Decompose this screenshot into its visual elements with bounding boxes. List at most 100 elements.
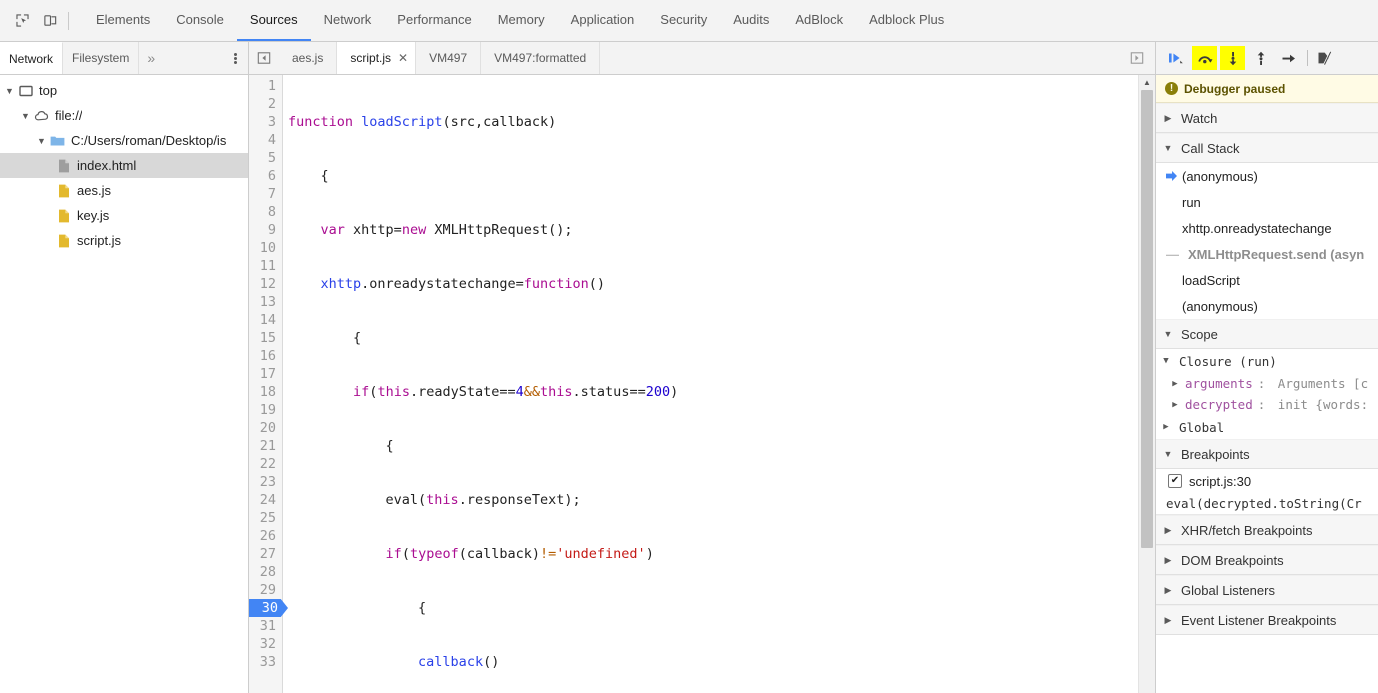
line-number[interactable]: 13	[249, 293, 282, 311]
tab-security[interactable]: Security	[647, 0, 720, 41]
scope-global[interactable]: Global	[1156, 415, 1378, 439]
tree-item-file-protocol[interactable]: file://	[0, 103, 248, 128]
line-number[interactable]: 27	[249, 545, 282, 563]
section-breakpoints[interactable]: Breakpoints	[1156, 439, 1378, 469]
line-number[interactable]: 15	[249, 329, 282, 347]
show-debugger-sidebar-icon[interactable]	[1125, 46, 1149, 70]
code-content[interactable]: 1 2 3 4 5 6 7 8 9 10 11 12 13 14 15 16 1…	[249, 75, 1138, 693]
section-scope[interactable]: Scope	[1156, 319, 1378, 349]
scope-property-decrypted[interactable]: decrypted: init {words:	[1156, 394, 1378, 415]
chevron-right-icon[interactable]	[1162, 615, 1174, 626]
navigator-more-tabs-icon[interactable]: »	[139, 42, 163, 74]
line-number[interactable]: 3	[249, 113, 282, 131]
tree-item-script-js[interactable]: script.js	[0, 228, 248, 253]
line-number[interactable]: 6	[249, 167, 282, 185]
section-event-listener-breakpoints[interactable]: Event Listener Breakpoints	[1156, 605, 1378, 635]
scrollbar-thumb[interactable]	[1141, 90, 1153, 549]
line-number[interactable]: 23	[249, 473, 282, 491]
close-icon[interactable]: ✕	[398, 52, 408, 64]
breakpoint-item[interactable]: ✔ script.js:30	[1156, 469, 1378, 493]
call-stack-frame[interactable]: xhttp.onreadystatechange	[1156, 215, 1378, 241]
section-watch[interactable]: Watch	[1156, 103, 1378, 133]
line-number[interactable]: 22	[249, 455, 282, 473]
show-navigator-icon[interactable]	[249, 42, 279, 74]
tab-performance[interactable]: Performance	[384, 0, 484, 41]
chevron-down-icon[interactable]	[1162, 329, 1174, 339]
chevron-right-icon[interactable]	[1160, 422, 1172, 432]
call-stack-frame-current[interactable]: (anonymous)	[1156, 163, 1378, 189]
inspect-element-icon[interactable]	[8, 7, 36, 35]
breakpoint-line-number[interactable]: 30	[249, 599, 288, 617]
line-number[interactable]: 18	[249, 383, 282, 401]
chevron-right-icon[interactable]	[1162, 525, 1174, 536]
section-call-stack[interactable]: Call Stack	[1156, 133, 1378, 163]
chevron-down-icon[interactable]	[36, 136, 47, 146]
tab-console[interactable]: Console	[163, 0, 237, 41]
code-lines[interactable]: function loadScript(src,callback) { var …	[283, 75, 1138, 693]
chevron-down-icon[interactable]	[1162, 143, 1174, 153]
line-number[interactable]: 21	[249, 437, 282, 455]
call-stack-frame[interactable]: (anonymous)	[1156, 293, 1378, 319]
tab-network[interactable]: Network	[311, 0, 385, 41]
chevron-down-icon[interactable]	[20, 111, 31, 121]
navigator-tab-filesystem[interactable]: Filesystem	[63, 42, 140, 74]
line-number[interactable]: 28	[249, 563, 282, 581]
line-number[interactable]: 14	[249, 311, 282, 329]
call-stack-frame[interactable]: loadScript	[1156, 267, 1378, 293]
line-number[interactable]: 17	[249, 365, 282, 383]
line-number[interactable]: 31	[249, 617, 282, 635]
tab-memory[interactable]: Memory	[485, 0, 558, 41]
line-number[interactable]: 1	[249, 77, 282, 95]
section-xhr-fetch-breakpoints[interactable]: XHR/fetch Breakpoints	[1156, 515, 1378, 545]
line-number[interactable]: 25	[249, 509, 282, 527]
tree-item-folder[interactable]: C:/Users/roman/Desktop/is	[0, 128, 248, 153]
chevron-down-icon[interactable]	[1160, 356, 1172, 366]
tab-sources[interactable]: Sources	[236, 0, 311, 41]
tab-audits[interactable]: Audits	[720, 0, 782, 41]
navigator-menu-icon[interactable]	[222, 42, 248, 74]
editor-tab-vm497[interactable]: VM497	[416, 42, 482, 74]
scrollbar-track[interactable]	[1139, 90, 1155, 693]
tree-item-aes-js[interactable]: aes.js	[0, 178, 248, 203]
tab-application[interactable]: Application	[558, 0, 648, 41]
call-stack-async-boundary[interactable]: — XMLHttpRequest.send (asyn	[1156, 241, 1378, 267]
step-out-of-current-function-icon[interactable]	[1248, 46, 1273, 70]
line-number[interactable]: 29	[249, 581, 282, 599]
scope-property-arguments[interactable]: arguments: Arguments [c	[1156, 373, 1378, 394]
tree-item-key-js[interactable]: key.js	[0, 203, 248, 228]
editor-tab-vm497-formatted[interactable]: VM497:formatted	[481, 42, 601, 74]
device-toolbar-icon[interactable]	[36, 7, 64, 35]
scroll-up-icon[interactable]: ▲	[1143, 75, 1151, 90]
section-global-listeners[interactable]: Global Listeners	[1156, 575, 1378, 605]
chevron-right-icon[interactable]	[1162, 113, 1174, 124]
chevron-right-icon[interactable]	[1170, 400, 1180, 410]
line-number[interactable]: 33	[249, 653, 282, 671]
section-dom-breakpoints[interactable]: DOM Breakpoints	[1156, 545, 1378, 575]
line-number[interactable]: 16	[249, 347, 282, 365]
navigator-tab-network[interactable]: Network	[0, 42, 64, 74]
chevron-right-icon[interactable]	[1170, 379, 1180, 389]
editor-tab-script-js[interactable]: script.js ✕	[337, 42, 417, 74]
line-number[interactable]: 26	[249, 527, 282, 545]
line-number[interactable]: 5	[249, 149, 282, 167]
line-number[interactable]: 7	[249, 185, 282, 203]
step-icon[interactable]	[1276, 46, 1301, 70]
line-number[interactable]: 8	[249, 203, 282, 221]
chevron-right-icon[interactable]	[1162, 585, 1174, 596]
line-number[interactable]: 20	[249, 419, 282, 437]
chevron-down-icon[interactable]	[1162, 449, 1174, 459]
line-number-gutter[interactable]: 1 2 3 4 5 6 7 8 9 10 11 12 13 14 15 16 1…	[249, 75, 288, 693]
step-into-next-function-call-icon[interactable]	[1220, 46, 1245, 70]
tree-item-index-html[interactable]: index.html	[0, 153, 248, 178]
scope-closure[interactable]: Closure (run)	[1156, 349, 1378, 373]
editor-tab-aes-js[interactable]: aes.js	[279, 42, 338, 74]
line-number[interactable]: 12	[249, 275, 282, 293]
chevron-down-icon[interactable]	[4, 86, 15, 96]
line-number[interactable]: 32	[249, 635, 282, 653]
line-number[interactable]: 9	[249, 221, 282, 239]
resume-script-execution-icon[interactable]	[1164, 46, 1189, 70]
line-number[interactable]: 19	[249, 401, 282, 419]
tab-adblock[interactable]: AdBlock	[782, 0, 856, 41]
tree-item-top[interactable]: top	[0, 78, 248, 103]
breakpoint-marker[interactable]: 30	[249, 599, 288, 617]
